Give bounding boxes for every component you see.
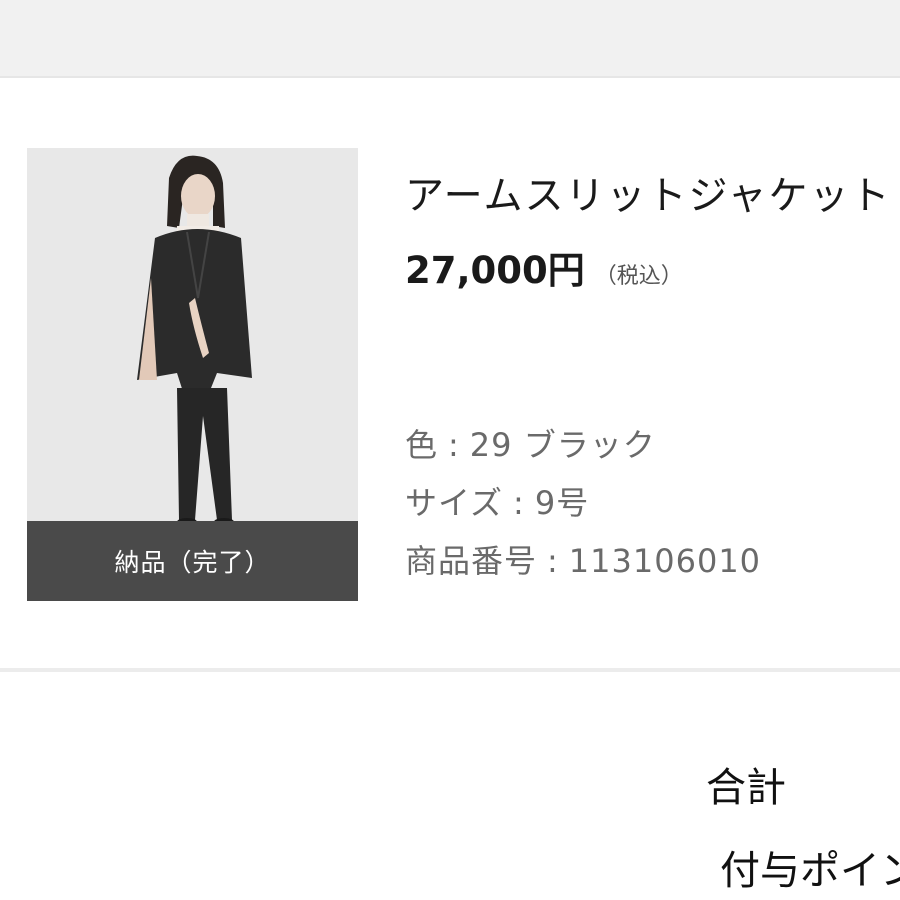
product-price: 27,000円 bbox=[405, 249, 585, 292]
tax-note: （税込） bbox=[594, 264, 683, 289]
product-number-value: 113106010 bbox=[568, 542, 762, 580]
price-row: 27,000円 （税込） bbox=[405, 240, 683, 294]
product-number-label: 商品番号 bbox=[405, 542, 538, 580]
size-value: 9号 bbox=[534, 484, 590, 522]
size-label: サイズ bbox=[405, 484, 504, 522]
separator: : bbox=[448, 426, 460, 464]
product-name[interactable]: アームスリットジャケット bbox=[405, 165, 900, 221]
total-label: 合計 bbox=[706, 765, 786, 811]
separator: : bbox=[513, 484, 525, 522]
header-band bbox=[0, 0, 900, 76]
divider bbox=[0, 668, 900, 672]
color-label: 色 bbox=[405, 426, 439, 464]
size-row: サイズ:9号 bbox=[405, 478, 589, 524]
product-image[interactable]: 納品（完了） bbox=[27, 148, 358, 601]
points-label: 付与ポイント bbox=[720, 848, 900, 894]
status-badge: 納品（完了） bbox=[27, 521, 358, 601]
product-number-row: 商品番号:113106010 bbox=[405, 536, 761, 582]
color-row: 色:29 ブラック bbox=[405, 420, 656, 466]
order-detail-page: 納品（完了） アームスリットジャケット 27,000円 （税込） 色:29 ブラッ… bbox=[0, 0, 900, 900]
color-value: 29 ブラック bbox=[469, 426, 656, 464]
separator: : bbox=[547, 542, 559, 580]
